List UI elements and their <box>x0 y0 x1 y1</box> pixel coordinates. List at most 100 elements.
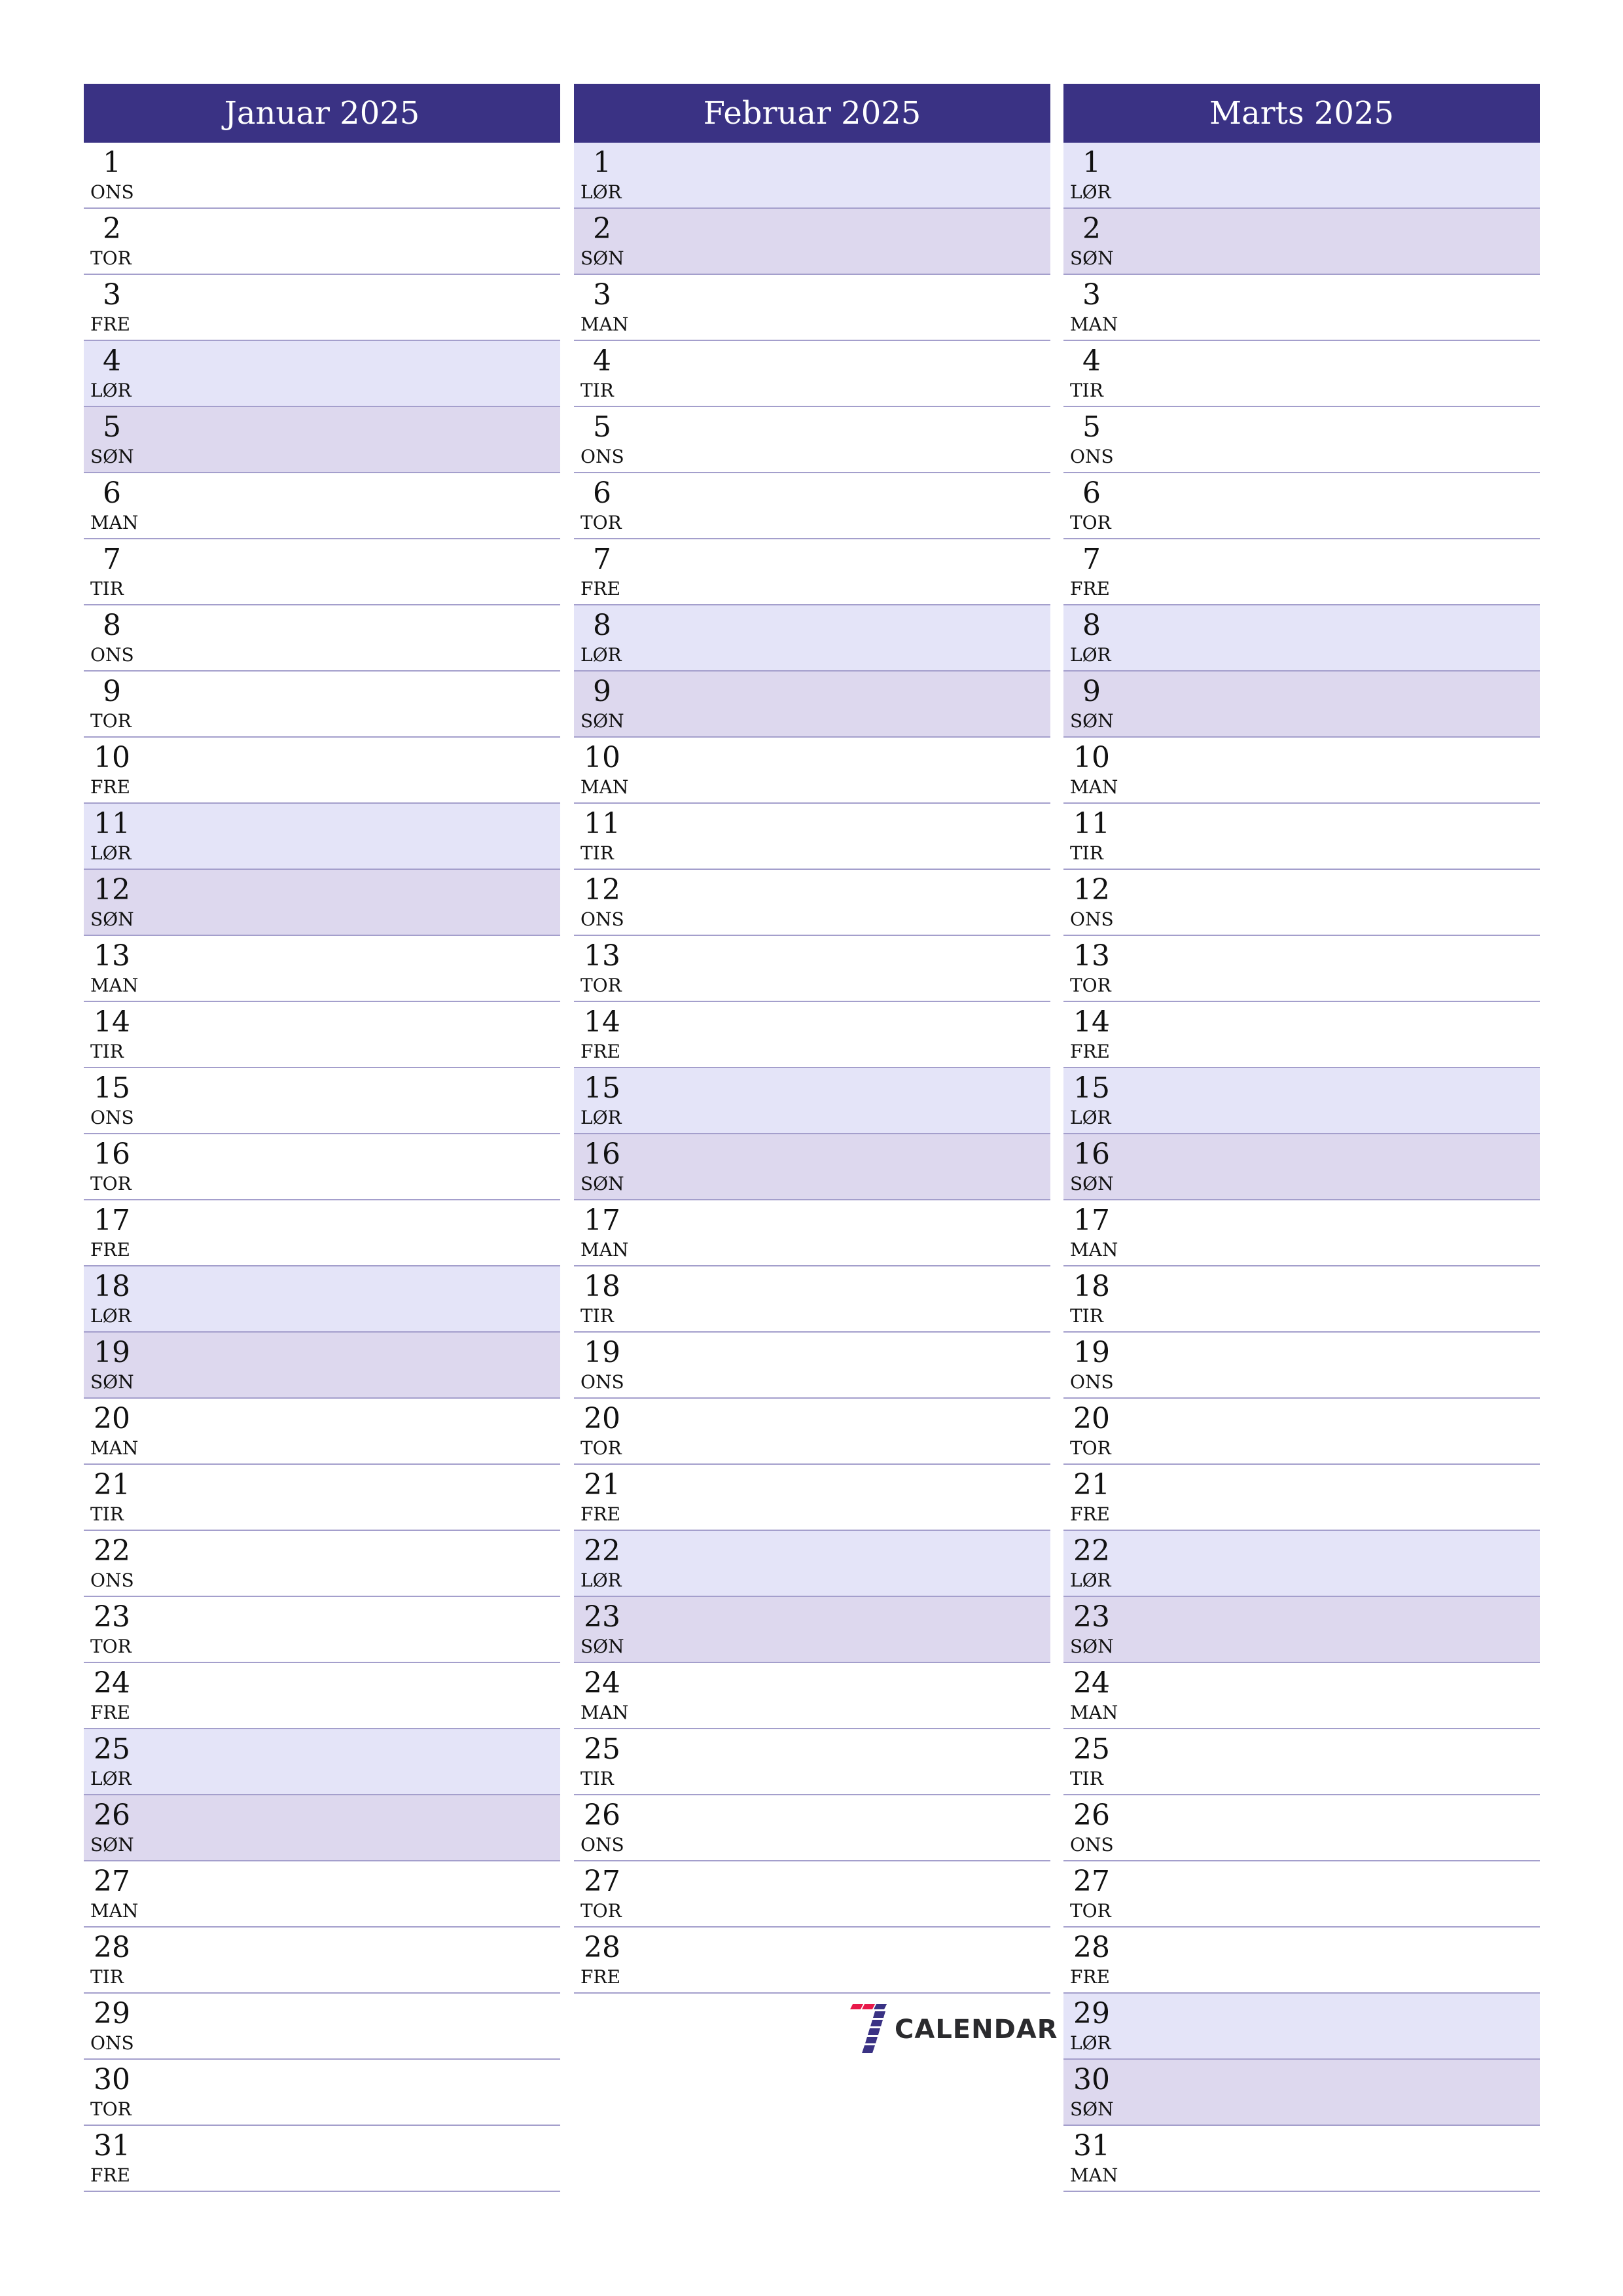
day-row[interactable]: 14 TIR <box>84 1002 560 1068</box>
day-row[interactable]: 12 ONS <box>1063 870 1540 936</box>
day-row[interactable]: 18 TIR <box>1063 1266 1540 1333</box>
day-row[interactable]: 19 ONS <box>1063 1333 1540 1399</box>
day-row[interactable]: 8 ONS <box>84 605 560 672</box>
day-row[interactable]: 29 LØR <box>1063 1994 1540 2060</box>
day-row[interactable]: 14 FRE <box>574 1002 1050 1068</box>
day-row[interactable]: 11 TIR <box>574 804 1050 870</box>
month-january: Januar 2025 1 ONS 2 TOR 3 FRE 4 LØR 5 SØN 6 MAN 7 TIR… <box>84 84 560 2192</box>
day-row[interactable]: 29 ONS <box>84 1994 560 2060</box>
day-row[interactable]: 5 SØN <box>84 407 560 473</box>
day-row[interactable]: 25 TIR <box>574 1729 1050 1795</box>
day-number: 21 <box>94 1468 130 1501</box>
day-row[interactable]: 30 SØN <box>1063 2060 1540 2126</box>
day-row[interactable]: 27 TOR <box>1063 1861 1540 1928</box>
day-row[interactable]: 10 MAN <box>1063 738 1540 804</box>
day-row[interactable]: 12 SØN <box>84 870 560 936</box>
day-row[interactable]: 18 TIR <box>574 1266 1050 1333</box>
day-row[interactable]: 15 LØR <box>1063 1068 1540 1134</box>
day-row[interactable]: 17 MAN <box>574 1200 1050 1266</box>
day-row[interactable]: 2 SØN <box>574 209 1050 275</box>
day-row[interactable]: 25 LØR <box>84 1729 560 1795</box>
day-row[interactable]: 5 ONS <box>1063 407 1540 473</box>
day-row[interactable]: 27 MAN <box>84 1861 560 1928</box>
day-row[interactable]: 11 LØR <box>84 804 560 870</box>
day-row[interactable]: 6 TOR <box>1063 473 1540 539</box>
day-row[interactable]: 12 ONS <box>574 870 1050 936</box>
day-row[interactable]: 20 MAN <box>84 1399 560 1465</box>
day-row[interactable]: 22 LØR <box>574 1531 1050 1597</box>
day-row[interactable]: 14 FRE <box>1063 1002 1540 1068</box>
day-row[interactable]: 17 FRE <box>84 1200 560 1266</box>
day-row[interactable]: 26 ONS <box>574 1795 1050 1861</box>
day-row[interactable]: 21 TIR <box>84 1465 560 1531</box>
day-row[interactable]: 31 MAN <box>1063 2126 1540 2192</box>
day-row[interactable]: 21 FRE <box>1063 1465 1540 1531</box>
day-row[interactable]: 27 TOR <box>574 1861 1050 1928</box>
day-row[interactable]: 13 MAN <box>84 936 560 1002</box>
day-row[interactable]: 21 FRE <box>574 1465 1050 1531</box>
day-row[interactable]: 24 FRE <box>84 1663 560 1729</box>
day-row[interactable]: 20 TOR <box>1063 1399 1540 1465</box>
day-row[interactable]: 3 FRE <box>84 275 560 341</box>
day-row[interactable]: 8 LØR <box>1063 605 1540 672</box>
day-list: 1 LØR 2 SØN 3 MAN 4 TIR 5 ONS 6 TOR 7 FRE 8 LØR 9 SØN 10 MA… <box>1063 143 1540 2192</box>
day-number: 21 <box>584 1468 620 1501</box>
month-title: Marts 2025 <box>1063 84 1540 143</box>
weekday-label: MAN <box>1070 2164 1118 2186</box>
day-row[interactable]: 2 TOR <box>84 209 560 275</box>
day-row[interactable]: 10 FRE <box>84 738 560 804</box>
day-row[interactable]: 1 LØR <box>1063 143 1540 209</box>
day-row[interactable]: 17 MAN <box>1063 1200 1540 1266</box>
day-row[interactable]: 18 LØR <box>84 1266 560 1333</box>
day-row[interactable]: 3 MAN <box>574 275 1050 341</box>
day-row[interactable]: 16 TOR <box>84 1134 560 1200</box>
weekday-label: FRE <box>580 1966 620 1988</box>
day-row[interactable]: 3 MAN <box>1063 275 1540 341</box>
day-row[interactable]: 5 ONS <box>574 407 1050 473</box>
day-row[interactable]: 23 SØN <box>1063 1597 1540 1663</box>
day-row[interactable]: 28 FRE <box>574 1928 1050 1994</box>
day-row[interactable]: 4 TIR <box>574 341 1050 407</box>
day-row[interactable]: 31 FRE <box>84 2126 560 2192</box>
day-row[interactable]: 23 TOR <box>84 1597 560 1663</box>
day-row[interactable]: 7 TIR <box>84 539 560 605</box>
day-row[interactable]: 16 SØN <box>1063 1134 1540 1200</box>
day-row[interactable]: 16 SØN <box>574 1134 1050 1200</box>
day-row[interactable]: 1 ONS <box>84 143 560 209</box>
day-row[interactable]: 13 TOR <box>574 936 1050 1002</box>
day-number: 29 <box>94 1997 130 2030</box>
day-row[interactable]: 15 ONS <box>84 1068 560 1134</box>
day-number: 2 <box>103 212 121 245</box>
day-number: 30 <box>1073 2063 1110 2096</box>
day-row[interactable]: 30 TOR <box>84 2060 560 2126</box>
day-row[interactable]: 13 TOR <box>1063 936 1540 1002</box>
day-row[interactable]: 8 LØR <box>574 605 1050 672</box>
day-row[interactable]: 9 TOR <box>84 672 560 738</box>
day-row[interactable]: 22 LØR <box>1063 1531 1540 1597</box>
day-row[interactable]: 11 TIR <box>1063 804 1540 870</box>
day-row[interactable]: 28 TIR <box>84 1928 560 1994</box>
day-row[interactable]: 6 MAN <box>84 473 560 539</box>
day-row[interactable]: 26 SØN <box>84 1795 560 1861</box>
day-row[interactable]: 1 LØR <box>574 143 1050 209</box>
day-row[interactable]: 7 FRE <box>1063 539 1540 605</box>
day-row[interactable]: 25 TIR <box>1063 1729 1540 1795</box>
day-row[interactable]: 19 SØN <box>84 1333 560 1399</box>
day-row[interactable]: 20 TOR <box>574 1399 1050 1465</box>
day-row[interactable]: 23 SØN <box>574 1597 1050 1663</box>
day-row[interactable]: 10 MAN <box>574 738 1050 804</box>
day-row[interactable]: 6 TOR <box>574 473 1050 539</box>
day-row[interactable]: 2 SØN <box>1063 209 1540 275</box>
day-row[interactable]: 4 LØR <box>84 341 560 407</box>
day-row[interactable]: 26 ONS <box>1063 1795 1540 1861</box>
day-row[interactable]: 22 ONS <box>84 1531 560 1597</box>
day-row[interactable]: 4 TIR <box>1063 341 1540 407</box>
day-row[interactable]: 15 LØR <box>574 1068 1050 1134</box>
day-row[interactable]: 28 FRE <box>1063 1928 1540 1994</box>
day-row[interactable]: 19 ONS <box>574 1333 1050 1399</box>
day-row[interactable]: 24 MAN <box>1063 1663 1540 1729</box>
day-row[interactable]: 9 SØN <box>1063 672 1540 738</box>
day-row[interactable]: 9 SØN <box>574 672 1050 738</box>
day-row[interactable]: 7 FRE <box>574 539 1050 605</box>
day-row[interactable]: 24 MAN <box>574 1663 1050 1729</box>
